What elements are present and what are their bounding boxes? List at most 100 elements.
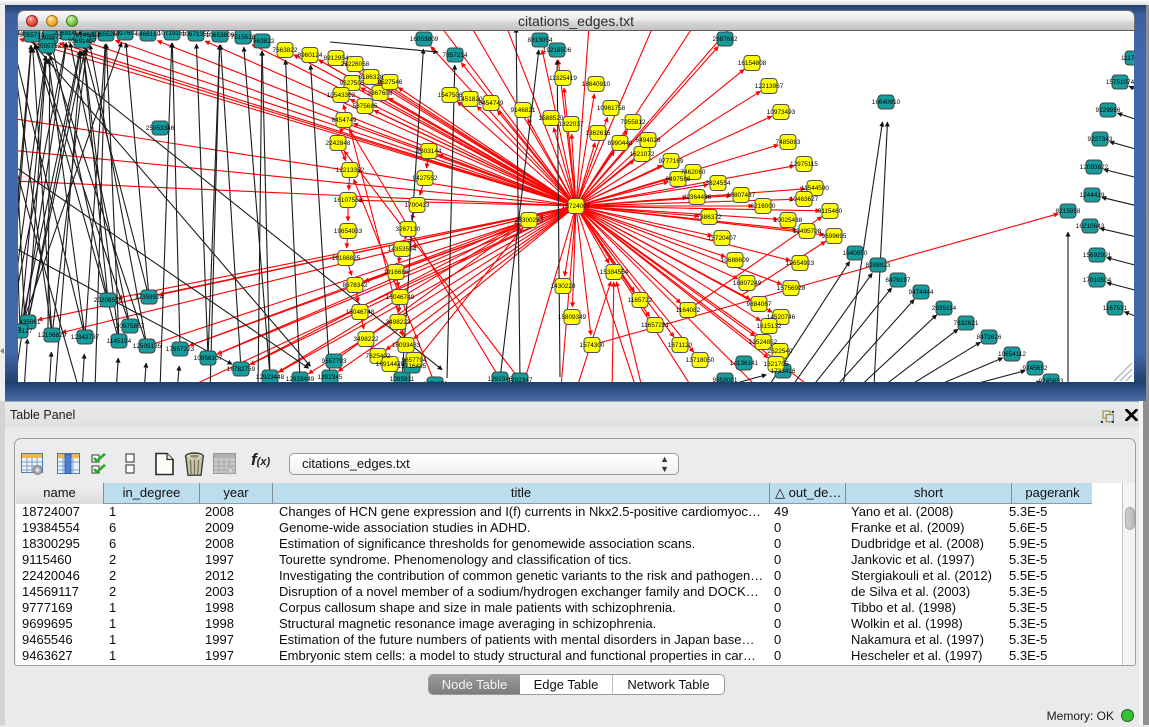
svg-text:9699695: 9699695 (822, 233, 847, 240)
svg-text:12975115: 12975115 (790, 161, 818, 168)
svg-text:6216000: 6216000 (751, 203, 776, 210)
svg-text:1165722: 1165722 (628, 297, 653, 304)
svg-text:14520746: 14520746 (767, 314, 796, 321)
svg-text:8960124: 8960124 (298, 52, 323, 59)
svg-text:10973493: 10973493 (767, 109, 796, 116)
svg-text:1164082: 1164082 (676, 307, 701, 314)
svg-text:19654923: 19654923 (786, 260, 815, 267)
svg-text:20691407: 20691407 (68, 38, 97, 45)
svg-text:16093483: 16093483 (392, 342, 421, 349)
svg-text:9884067: 9884067 (747, 301, 772, 308)
svg-text:16053809: 16053809 (410, 36, 439, 43)
svg-text:9146821: 9146821 (511, 107, 536, 114)
svg-text:8678342: 8678342 (343, 282, 368, 289)
svg-text:19463627: 19463627 (790, 196, 819, 203)
svg-text:9245652: 9245652 (1023, 365, 1048, 372)
svg-text:1167531: 1167531 (1103, 305, 1128, 312)
svg-text:25053346: 25053346 (146, 125, 175, 132)
svg-text:10025438: 10025438 (774, 217, 803, 224)
svg-text:10961758: 10961758 (597, 105, 626, 112)
svg-text:13718050: 13718050 (686, 357, 715, 364)
svg-text:1451820: 1451820 (458, 96, 483, 103)
svg-text:10807487: 10807487 (727, 192, 756, 199)
svg-text:1671120: 1671120 (668, 342, 693, 349)
svg-text:9657793: 9657793 (322, 358, 347, 365)
svg-text:9427552: 9427552 (413, 175, 438, 182)
svg-text:2935114: 2935114 (932, 305, 957, 312)
svg-text:19218506: 19218506 (543, 47, 572, 54)
svg-text:1322037: 1322037 (559, 121, 584, 128)
svg-text:1527602: 1527602 (113, 31, 138, 37)
svg-text:13524852: 13524852 (749, 339, 778, 346)
svg-text:15046748: 15046748 (346, 309, 375, 316)
svg-text:9227343: 9227343 (1088, 136, 1113, 143)
svg-text:15384554: 15384554 (600, 269, 629, 276)
svg-text:16154808: 16154808 (738, 60, 767, 67)
svg-text:17957223: 17957223 (166, 346, 195, 353)
svg-text:16782759: 16782759 (227, 366, 256, 373)
svg-text:15692991: 15692991 (1083, 252, 1112, 259)
svg-text:5875685: 5875685 (353, 103, 378, 110)
svg-text:13495798: 13495798 (793, 228, 822, 235)
svg-text:14136141: 14136141 (730, 360, 759, 367)
svg-text:2367608: 2367608 (368, 90, 393, 97)
svg-text:12213332: 12213332 (336, 167, 365, 174)
svg-text:3267130: 3267130 (396, 226, 421, 233)
svg-text:15046749: 15046749 (386, 294, 415, 301)
svg-text:11544590: 11544590 (801, 185, 829, 192)
svg-text:7632621: 7632621 (954, 320, 979, 327)
svg-text:20206536: 20206536 (94, 297, 123, 304)
svg-text:1615132: 1615132 (757, 323, 782, 330)
svg-text:3824554: 3824554 (706, 180, 731, 187)
svg-text:15756928: 15756928 (777, 285, 806, 292)
svg-text:9527546: 9527546 (378, 79, 403, 86)
svg-text:1700433: 1700433 (405, 202, 430, 209)
svg-text:8215958: 8215958 (1056, 208, 1081, 215)
svg-text:18640910: 18640910 (582, 81, 611, 88)
svg-text:12342737: 12342737 (71, 334, 100, 341)
svg-text:2522540: 2522540 (768, 348, 793, 355)
svg-text:7485083: 7485083 (776, 139, 801, 146)
svg-text:10958107: 10958107 (194, 355, 223, 362)
svg-text:9658001: 9658001 (713, 377, 738, 382)
svg-text:1292345: 1292345 (318, 374, 343, 381)
svg-text:12213967: 12213967 (755, 83, 784, 90)
svg-text:15720407: 15720407 (708, 235, 737, 242)
svg-text:3498223: 3498223 (386, 319, 411, 326)
svg-text:8813054: 8813054 (528, 37, 553, 44)
svg-text:2242848: 2242848 (326, 140, 351, 147)
svg-text:10688609: 10688609 (721, 257, 750, 264)
svg-text:9474444: 9474444 (909, 289, 934, 296)
svg-text:7955812: 7955812 (621, 119, 646, 126)
svg-text:1678276: 1678276 (423, 381, 448, 382)
svg-text:11325419: 11325419 (549, 75, 577, 82)
svg-text:6494028: 6494028 (636, 137, 661, 144)
svg-text:9777169: 9777169 (659, 158, 684, 165)
svg-text:16914479: 16914479 (376, 361, 405, 368)
svg-text:12505135: 12505135 (133, 343, 162, 350)
svg-text:18724007: 18724007 (562, 203, 591, 210)
svg-text:1733426: 1733426 (771, 368, 796, 375)
svg-text:15809349: 15809349 (558, 314, 587, 321)
svg-text:7663822: 7663822 (250, 38, 275, 45)
svg-text:1244419: 1244419 (1080, 192, 1105, 199)
svg-text:1640950: 1640950 (843, 250, 868, 257)
svg-text:12093822: 12093822 (1080, 164, 1109, 171)
svg-text:15751074: 15751074 (1106, 79, 1134, 86)
svg-text:1916686: 1916686 (384, 269, 409, 276)
svg-text:9129966: 9129966 (1096, 107, 1121, 114)
svg-text:12923449: 12923449 (286, 376, 315, 382)
svg-text:9115460: 9115460 (818, 208, 843, 215)
svg-text:3919157: 3919157 (18, 327, 22, 334)
svg-text:7462060: 7462060 (681, 169, 706, 176)
svg-text:1117402: 1117402 (1121, 55, 1134, 62)
svg-text:25300293: 25300293 (515, 217, 544, 224)
svg-text:20364436: 20364436 (683, 194, 712, 201)
svg-text:17359924: 17359924 (135, 294, 164, 301)
svg-text:7625402: 7625402 (366, 353, 391, 360)
svg-text:10543362: 10543362 (327, 92, 356, 99)
svg-text:1430228: 1430228 (551, 283, 576, 290)
svg-text:12923448: 12923448 (256, 374, 285, 381)
svg-text:6497568: 6497568 (666, 176, 691, 183)
svg-text:3498222: 3498222 (354, 336, 379, 343)
